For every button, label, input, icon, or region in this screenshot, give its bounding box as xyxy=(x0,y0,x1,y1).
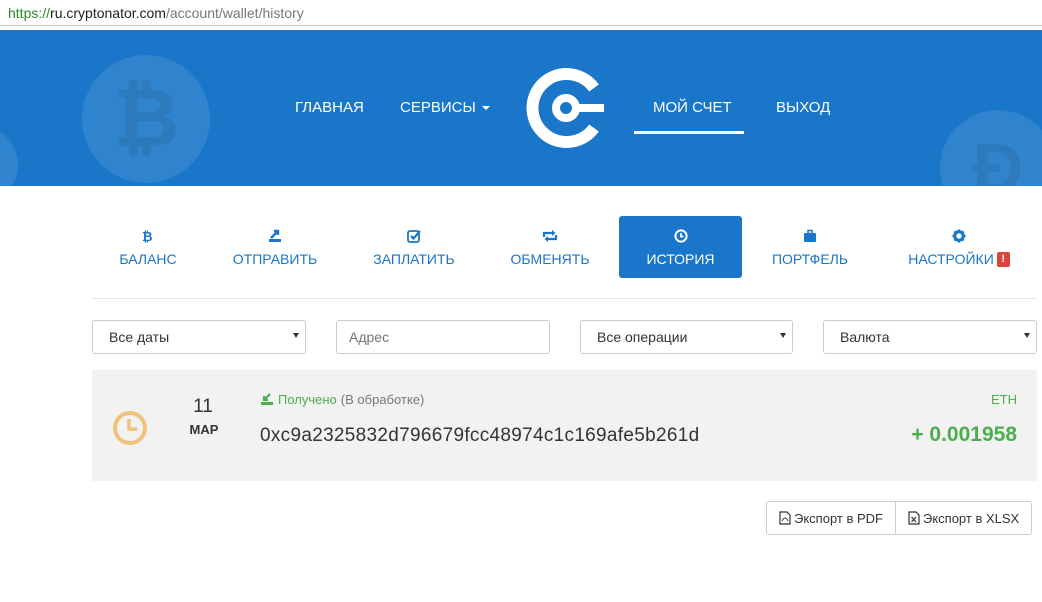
gear-icon xyxy=(952,227,966,245)
bitcoin-icon: ₿ xyxy=(142,227,154,245)
tab-label: ПОРТФЕЛЬ xyxy=(771,251,849,267)
operations-filter-select[interactable]: Все операции xyxy=(580,320,793,354)
export-pdf-button[interactable]: Экспорт в PDF xyxy=(766,501,896,535)
clock-icon xyxy=(673,227,688,245)
main-nav: ГЛАВНАЯ СЕРВИСЫ МОЙ СЧЕТ ВЫХОД xyxy=(0,30,1042,186)
site-header: ₿ Đ ГЛАВНАЯ СЕРВИСЫ МОЙ СЧЕТ ВЫХОД xyxy=(0,30,1042,186)
receive-icon xyxy=(261,393,273,405)
xlsx-file-icon xyxy=(908,511,920,525)
send-icon xyxy=(268,227,282,245)
wallet-tabs: ₿ БАЛАНС ОТПРАВИТЬ ЗАПЛАТИТЬ ОБМЕНЯТЬ ИС… xyxy=(92,216,1037,278)
tab-pay[interactable]: ЗАПЛАТИТЬ xyxy=(362,216,466,278)
pdf-file-icon xyxy=(779,511,791,525)
transaction-currency: ETH xyxy=(991,392,1017,407)
nav-my-account[interactable]: МОЙ СЧЕТ xyxy=(653,99,732,116)
alert-badge: ! xyxy=(996,252,1010,268)
nav-logout[interactable]: ВЫХОД xyxy=(776,99,830,116)
address-input[interactable] xyxy=(336,320,550,354)
chevron-down-icon xyxy=(780,333,786,338)
export-xlsx-label: Экспорт в XLSX xyxy=(922,510,1020,526)
tab-label: ОТПРАВИТЬ xyxy=(232,251,318,267)
check-icon xyxy=(407,227,421,245)
transaction-type: Получено xyxy=(278,392,337,407)
tab-label: ОБМЕНЯТЬ xyxy=(510,251,590,267)
tab-send[interactable]: ОТПРАВИТЬ xyxy=(222,216,328,278)
tab-label: ЗАПЛАТИТЬ xyxy=(373,251,455,267)
tab-exchange[interactable]: ОБМЕНЯТЬ xyxy=(500,216,600,278)
transaction-amount: + 0.001958 xyxy=(911,423,1017,446)
tab-settings[interactable]: НАСТРОЙКИ! xyxy=(900,216,1018,278)
transaction-row[interactable]: 11 МАР Получено (В обработке) 0xc9a23258… xyxy=(92,370,1037,481)
export-group: Экспорт в PDF Экспорт в XLSX xyxy=(766,501,1033,535)
nav-active-indicator xyxy=(634,131,744,134)
chevron-down-icon xyxy=(481,106,490,111)
transaction-day: 11 xyxy=(193,396,213,417)
address-bar[interactable]: https://ru.cryptonator.com/account/walle… xyxy=(0,0,1042,26)
transaction-address: 0xc9a2325832d796679fcc48974c1c169afe5b26… xyxy=(260,425,700,446)
briefcase-icon xyxy=(803,227,817,245)
operations-filter-value: Все операции xyxy=(597,329,688,345)
chevron-down-icon xyxy=(1024,333,1030,338)
transaction-month: МАР xyxy=(189,422,219,437)
export-xlsx-button[interactable]: Экспорт в XLSX xyxy=(895,501,1033,535)
date-filter-value: Все даты xyxy=(109,329,170,345)
nav-services-label: СЕРВИСЫ xyxy=(400,99,476,116)
url-path: /account/wallet/history xyxy=(165,4,304,21)
divider xyxy=(92,298,1037,299)
exchange-icon xyxy=(542,227,558,245)
tab-portfolio[interactable]: ПОРТФЕЛЬ xyxy=(760,216,860,278)
export-pdf-label: Экспорт в PDF xyxy=(794,510,883,526)
pending-clock-icon xyxy=(113,411,147,445)
currency-filter-value: Валюта xyxy=(840,329,890,345)
tab-label: БАЛАНС xyxy=(119,251,177,267)
cryptonator-logo[interactable] xyxy=(524,66,608,150)
tab-label: ИСТОРИЯ xyxy=(646,251,715,267)
currency-filter-select[interactable]: Валюта xyxy=(823,320,1037,354)
url-scheme: https:// xyxy=(8,4,51,21)
chevron-down-icon xyxy=(293,333,299,338)
svg-text:₿: ₿ xyxy=(142,230,153,243)
date-filter-select[interactable]: Все даты xyxy=(92,320,306,354)
tab-settings-label-wrap: НАСТРОЙКИ! xyxy=(908,251,1010,268)
nav-home[interactable]: ГЛАВНАЯ xyxy=(295,99,364,116)
tab-label: НАСТРОЙКИ xyxy=(908,250,994,267)
url-host: ru.cryptonator.com xyxy=(50,4,166,21)
transaction-status: Получено (В обработке) xyxy=(260,392,424,407)
tab-history[interactable]: ИСТОРИЯ xyxy=(619,216,742,278)
tab-balance[interactable]: ₿ БАЛАНС xyxy=(92,216,204,278)
transaction-state: (В обработке) xyxy=(340,392,425,407)
nav-services[interactable]: СЕРВИСЫ xyxy=(400,99,490,116)
